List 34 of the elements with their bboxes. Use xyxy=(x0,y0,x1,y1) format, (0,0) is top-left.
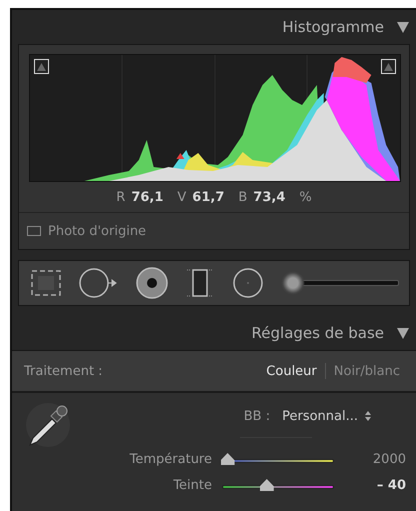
collapse-triangle-icon[interactable] xyxy=(396,20,410,34)
channel-value: 61,7 xyxy=(192,190,224,204)
channel-label: R xyxy=(116,190,126,204)
collapse-triangle-icon[interactable] xyxy=(396,326,410,340)
slider-track[interactable] xyxy=(222,452,334,466)
up-down-arrow-icon xyxy=(364,410,372,422)
slider-thumb[interactable] xyxy=(220,453,235,465)
slider-value[interactable]: 2000 xyxy=(334,452,416,466)
slider-thumb[interactable] xyxy=(281,271,305,295)
histogram-channel-area xyxy=(332,57,372,83)
circle-icon[interactable] xyxy=(231,266,265,300)
unit-label: % xyxy=(299,190,312,204)
eye-icon[interactable] xyxy=(135,266,169,300)
checkbox-label: Photo d'origine xyxy=(48,224,146,238)
highlight-clipping-button[interactable] xyxy=(381,59,396,74)
treatment-label: Traitement : xyxy=(24,364,104,378)
slider-track[interactable] xyxy=(222,478,334,492)
channel-label: V xyxy=(177,190,186,204)
channel-value: 76,1 xyxy=(131,190,164,204)
slider-thumb[interactable] xyxy=(260,479,274,491)
slider-value[interactable]: – 40 xyxy=(334,478,416,492)
treatment-option[interactable]: Couleur xyxy=(258,364,325,378)
shadow-clipping-button[interactable] xyxy=(34,59,49,74)
histogram-channel-area xyxy=(176,153,184,159)
panel-title[interactable]: Histogramme xyxy=(282,18,384,36)
channel-label: B xyxy=(238,190,248,204)
wb-preset-dropdown[interactable]: Personnal... xyxy=(282,408,372,424)
panel-title[interactable]: Réglages de base xyxy=(252,324,384,342)
channel-value: 73,4 xyxy=(253,190,286,204)
slider-label: Teinte xyxy=(172,478,213,492)
checkbox[interactable] xyxy=(27,226,41,236)
eyedropper-icon[interactable] xyxy=(24,401,72,449)
slider-label: Température xyxy=(128,452,213,466)
wb-label: BB : xyxy=(244,408,270,424)
